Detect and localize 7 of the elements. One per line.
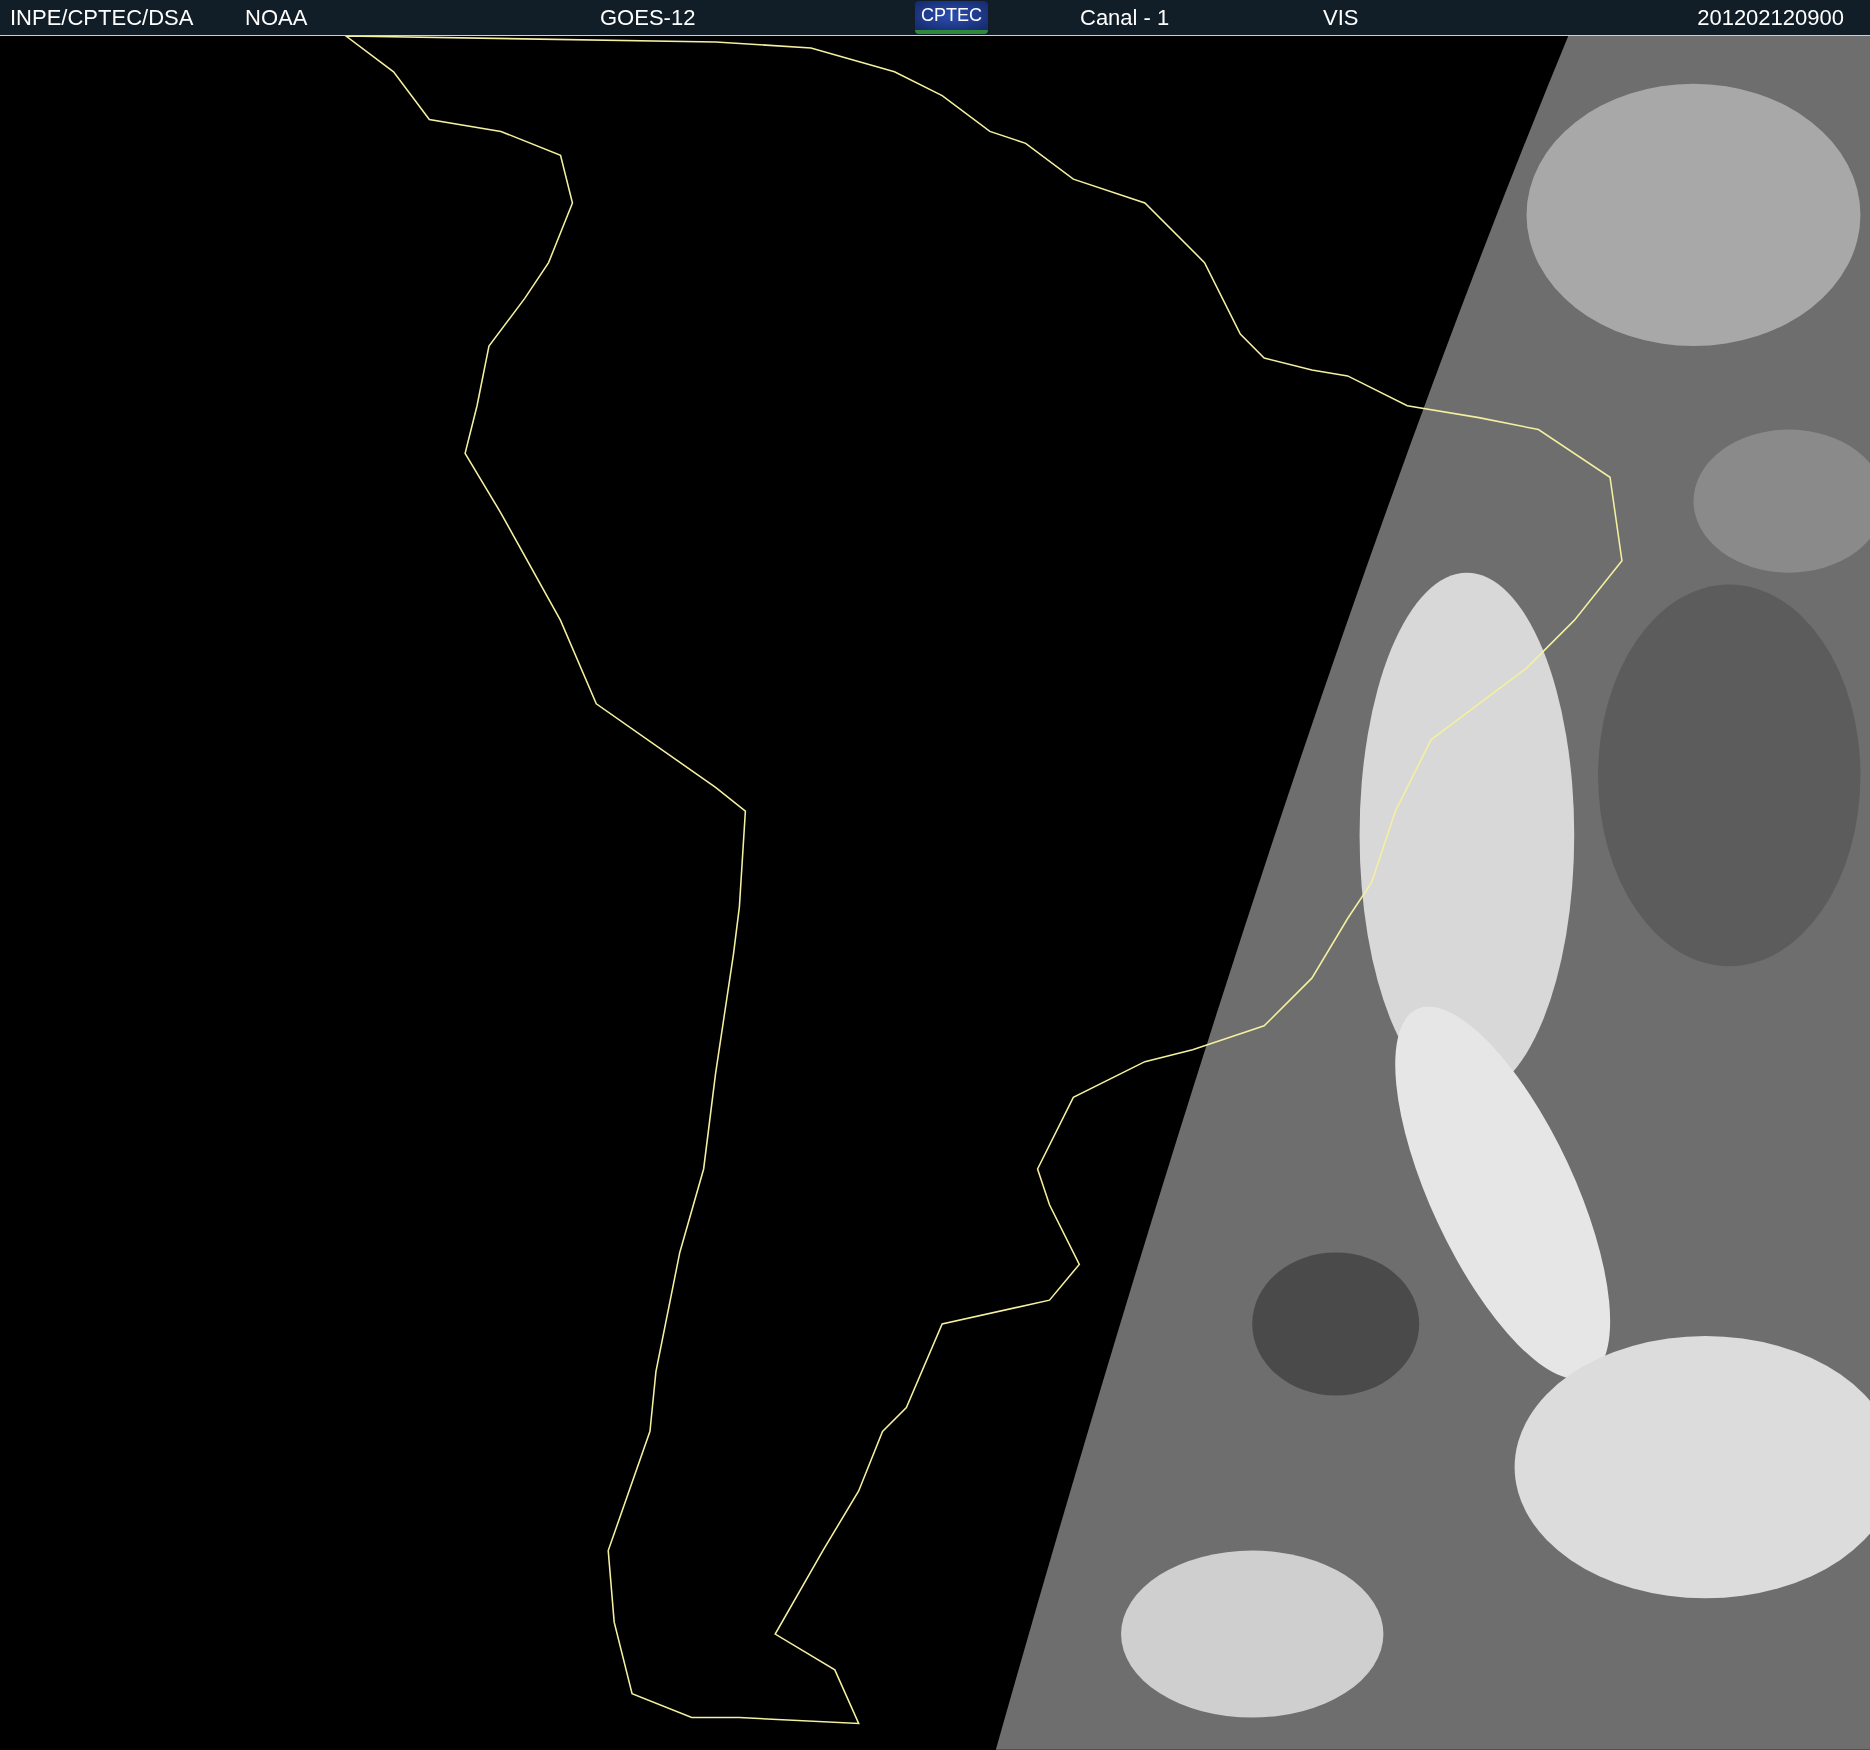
- logo: CPTEC: [915, 1, 988, 34]
- header-label: GOES-12: [600, 4, 696, 31]
- header-label: INPE/CPTEC/DSA: [10, 4, 194, 31]
- header-label: NOAA: [245, 4, 308, 31]
- header-label: 201202120900: [1697, 4, 1844, 31]
- header-label: VIS: [1323, 4, 1359, 31]
- header-label: Canal - 1: [1080, 4, 1170, 31]
